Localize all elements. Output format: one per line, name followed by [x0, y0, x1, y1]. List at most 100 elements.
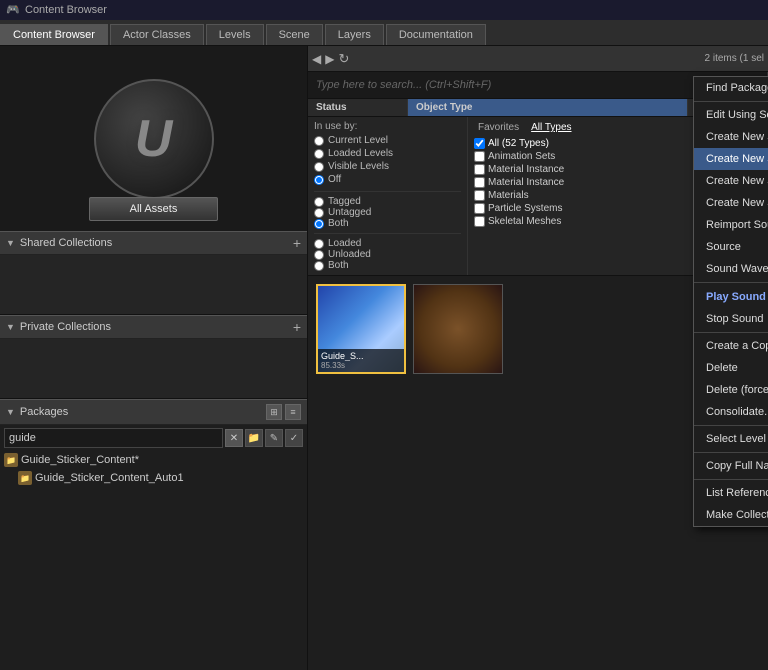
- tab-layers[interactable]: Layers: [325, 24, 384, 45]
- loaded-group: Loaded Unloaded Both: [314, 233, 461, 271]
- tab-content-browser[interactable]: Content Browser: [0, 24, 108, 45]
- cm-delete[interactable]: Delete: [694, 357, 768, 379]
- status-col-header[interactable]: Status: [308, 99, 408, 116]
- tab-levels[interactable]: Levels: [206, 24, 264, 45]
- ot-checkbox-animation[interactable]: [474, 151, 485, 162]
- ot-tab-all-types[interactable]: All Types: [527, 121, 575, 134]
- logo-area: U All Assets: [0, 46, 307, 231]
- asset-label-1: Guide_S... 85.33s: [318, 349, 404, 372]
- cm-copy-full-name[interactable]: Copy Full Name to Clipboard: [694, 455, 768, 477]
- right-toolbar: ◀ ▶ ↻ 2 items (1 sel: [308, 46, 768, 72]
- packages-section: ▼ Packages ⊞ ≡ ✕ 📁 ✎ ✓ 📁 Gui: [0, 399, 307, 670]
- cm-create-soundcue-music[interactable]: Create New SoundCue (Music): [694, 192, 768, 214]
- ot-item-all[interactable]: All (52 Types): [474, 138, 682, 149]
- ot-item-particle-systems[interactable]: Particle Systems: [474, 203, 682, 214]
- all-assets-button[interactable]: All Assets: [89, 197, 219, 221]
- tree-item-guide-sticker[interactable]: 📁 Guide_Sticker_Content*: [0, 451, 307, 469]
- radio-loaded-levels[interactable]: Loaded Levels: [314, 148, 461, 159]
- cm-sep-3: [694, 332, 768, 333]
- shared-collections-header[interactable]: ▼ Shared Collections +: [0, 231, 307, 255]
- radio-off[interactable]: Off: [314, 174, 461, 185]
- refresh-button[interactable]: ↻: [338, 51, 349, 67]
- packages-search-input[interactable]: [4, 428, 223, 448]
- ot-item-skeletal-meshes[interactable]: Skeletal Meshes: [474, 216, 682, 227]
- radio-tagged[interactable]: Tagged: [314, 196, 461, 207]
- packages-header: ▼ Packages ⊞ ≡: [0, 399, 307, 425]
- shared-collections-add[interactable]: +: [293, 236, 301, 250]
- cm-delete-force[interactable]: Delete (force): [694, 379, 768, 401]
- packages-list-icon[interactable]: ≡: [285, 404, 301, 420]
- logo-circle: U: [94, 79, 214, 199]
- tab-scene[interactable]: Scene: [266, 24, 323, 45]
- objecttype-col-header[interactable]: Object Type: [408, 99, 688, 116]
- radio-current-level[interactable]: Current Level: [314, 135, 461, 146]
- radio-untagged[interactable]: Untagged: [314, 207, 461, 218]
- packages-label: Packages: [20, 406, 68, 418]
- ot-item-material-instance-2[interactable]: Material Instance: [474, 177, 682, 188]
- cm-play-sound[interactable]: Play Sound: [694, 285, 768, 308]
- packages-grid-icon[interactable]: ⊞: [266, 404, 282, 420]
- search-action-buttons: 📁 ✎ ✓: [245, 429, 303, 447]
- cm-reimport-sound[interactable]: Reimport Sound Node Wave: [694, 214, 768, 236]
- tab-actor-classes[interactable]: Actor Classes: [110, 24, 204, 45]
- radio-loaded[interactable]: Loaded: [314, 238, 461, 249]
- ot-checkbox-materials[interactable]: [474, 190, 485, 201]
- forward-arrow[interactable]: ▶: [325, 52, 334, 66]
- cm-create-copy[interactable]: Create a Copy...: [694, 335, 768, 357]
- search-pen-button[interactable]: ✎: [265, 429, 283, 447]
- radio-both-tagged[interactable]: Both: [314, 218, 461, 229]
- ot-checkbox-skeletal[interactable]: [474, 216, 485, 227]
- cm-make-collection[interactable]: Make Collection with Referenced Object: [694, 504, 768, 526]
- radio-unloaded[interactable]: Unloaded: [314, 249, 461, 260]
- ot-checkbox-material-2[interactable]: [474, 177, 485, 188]
- radio-visible-levels[interactable]: Visible Levels: [314, 161, 461, 172]
- ot-item-animation-sets[interactable]: Animation Sets: [474, 151, 682, 162]
- ot-item-material-instance-1[interactable]: Material Instance: [474, 164, 682, 175]
- cm-stop-sound[interactable]: Stop Sound: [694, 308, 768, 330]
- cm-create-soundcue-gossip[interactable]: Create New SoundCue (Gossip): [694, 170, 768, 192]
- folder-icon-1: 📁: [4, 453, 18, 467]
- private-collections-label: Private Collections: [20, 321, 111, 333]
- ot-checkbox-material-1[interactable]: [474, 164, 485, 175]
- ot-tab-favorites[interactable]: Favorites: [474, 121, 523, 134]
- items-count: 2 items (1 sel: [705, 53, 764, 64]
- object-types-panel: Favorites All Types All (52 Types) Anima…: [468, 117, 688, 275]
- cm-sound-wave-properties[interactable]: Sound Wave Node Properties...: [694, 258, 768, 280]
- cm-edit-sound-previewer[interactable]: Edit Using Sound Previewer...: [694, 104, 768, 126]
- main-layout: U All Assets ▼ Shared Collections + ▼ Pr…: [0, 46, 768, 670]
- logo-icon: U: [135, 109, 173, 169]
- shared-collections-label: Shared Collections: [20, 237, 112, 249]
- cm-consolidate[interactable]: Consolidate...: [694, 401, 768, 423]
- cm-sep-1: [694, 101, 768, 102]
- tagged-group: Tagged Untagged Both: [314, 191, 461, 229]
- asset-thumb-1[interactable]: Guide_S... 85.33s: [316, 284, 406, 374]
- cm-create-soundcue-effect[interactable]: Create New SoundCue (Sound Effect): [694, 126, 768, 148]
- ot-checkbox-particle[interactable]: [474, 203, 485, 214]
- asset-thumb-2[interactable]: [413, 284, 503, 374]
- ot-tabs: Favorites All Types: [474, 121, 682, 134]
- tab-documentation[interactable]: Documentation: [386, 24, 486, 45]
- cm-find-package[interactable]: Find Package: [694, 77, 768, 99]
- cm-select-level-actors[interactable]: Select Level Actors Using this Object: [694, 428, 768, 450]
- cm-source[interactable]: Source ▶: [694, 236, 768, 258]
- radio-both-loaded[interactable]: Both: [314, 260, 461, 271]
- tree-item-guide-sticker-auto[interactable]: 📁 Guide_Sticker_Content_Auto1: [0, 469, 307, 487]
- private-collections-header[interactable]: ▼ Private Collections +: [0, 315, 307, 339]
- search-clear-button[interactable]: ✕: [225, 429, 243, 447]
- title-text: Content Browser: [25, 4, 107, 16]
- left-panel: U All Assets ▼ Shared Collections + ▼ Pr…: [0, 46, 308, 670]
- app-icon: 🎮: [6, 3, 20, 17]
- tree-item-label-2: Guide_Sticker_Content_Auto1: [35, 472, 184, 484]
- search-folder-button[interactable]: 📁: [245, 429, 263, 447]
- tree-item-label-1: Guide_Sticker_Content*: [21, 454, 139, 466]
- cm-sep-4: [694, 425, 768, 426]
- tab-bar: Content Browser Actor Classes Levels Sce…: [0, 20, 768, 46]
- ot-item-materials[interactable]: Materials: [474, 190, 682, 201]
- search-check-button[interactable]: ✓: [285, 429, 303, 447]
- cm-source-label: Source: [706, 241, 741, 253]
- cm-create-soundcue-vocals[interactable]: Create New SoundCue (Vocals): [694, 148, 768, 170]
- back-arrow[interactable]: ◀: [312, 52, 321, 66]
- cm-list-referenced[interactable]: List Referenced Objects: [694, 482, 768, 504]
- private-collections-add[interactable]: +: [293, 320, 301, 334]
- ot-checkbox-all[interactable]: [474, 138, 485, 149]
